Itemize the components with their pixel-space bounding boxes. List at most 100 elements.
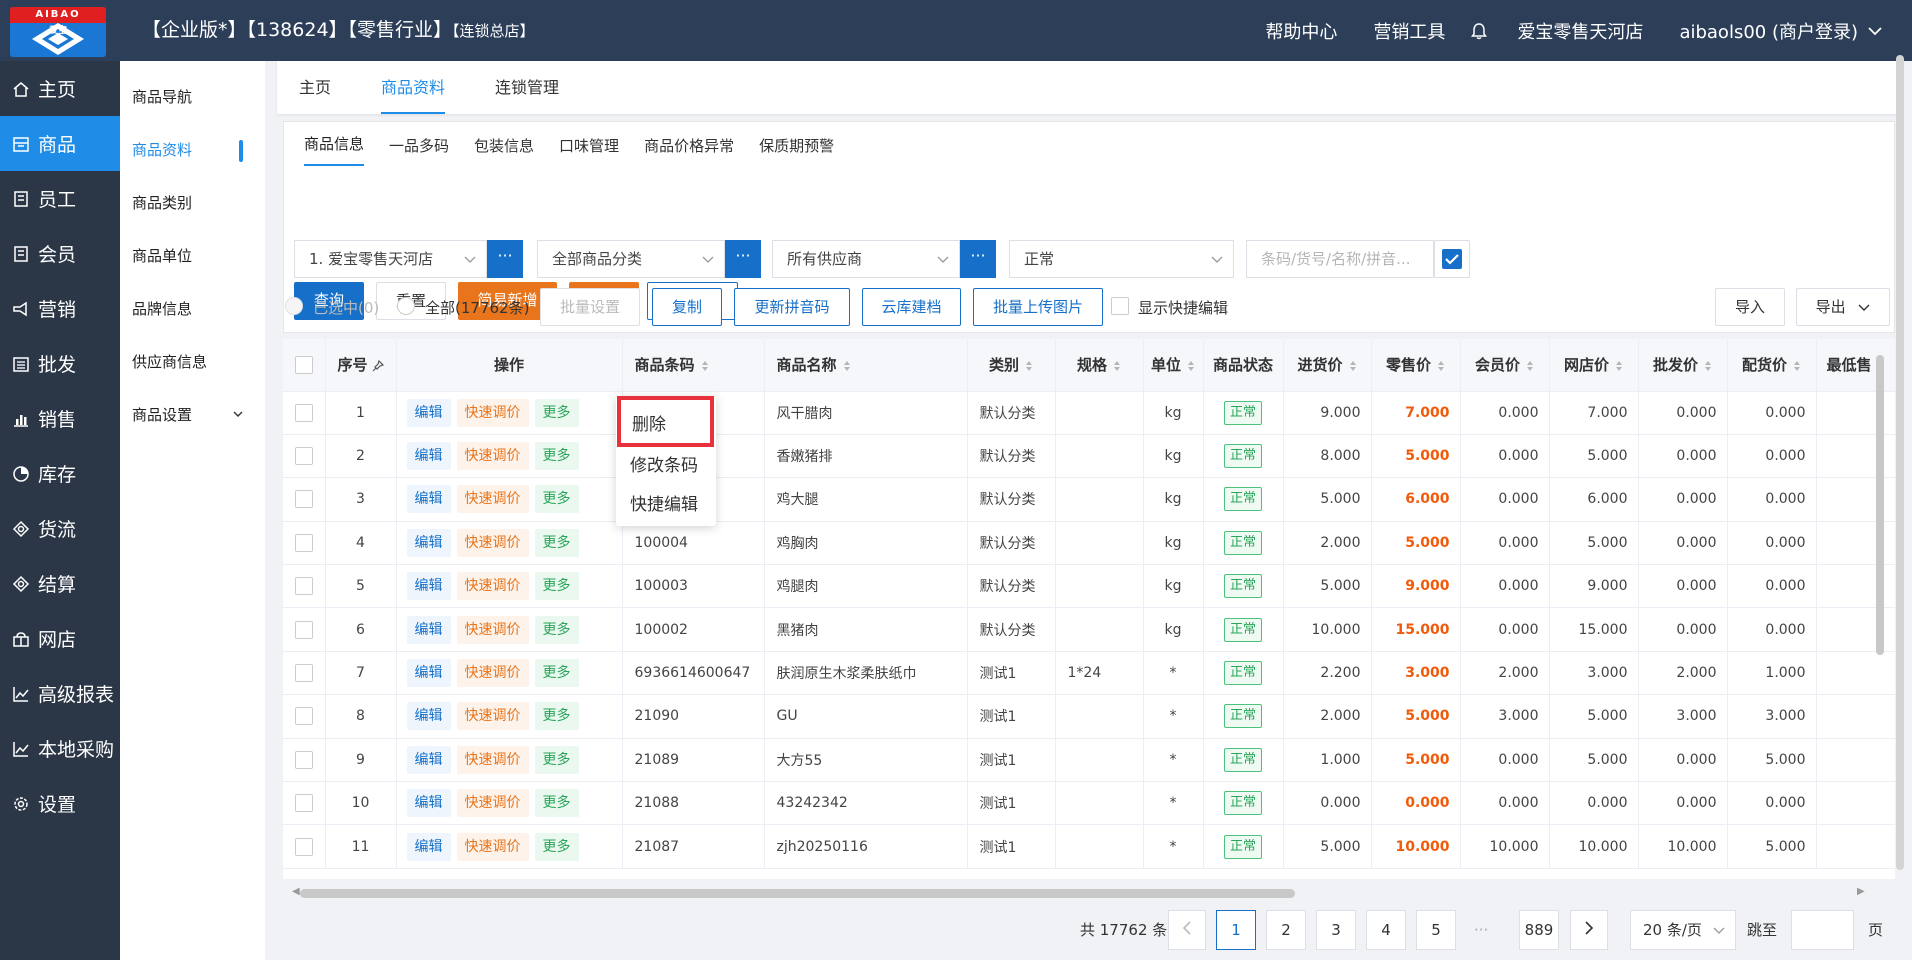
sidebar-item-12[interactable]: 本地采购 bbox=[0, 721, 120, 776]
row-select-cell[interactable] bbox=[283, 651, 326, 696]
row-checkbox[interactable] bbox=[294, 490, 313, 509]
row-checkbox[interactable] bbox=[294, 837, 313, 856]
sort-icon[interactable] bbox=[701, 360, 709, 372]
aibao-logo[interactable]: AIBAO 爱宝 bbox=[10, 7, 106, 57]
page-vertical-scrollbar[interactable] bbox=[1896, 55, 1904, 870]
column-header-13[interactable]: 配货价 bbox=[1727, 339, 1817, 392]
goto-page-input[interactable] bbox=[1791, 910, 1854, 950]
sidebar-item-8[interactable]: 货流 bbox=[0, 501, 120, 556]
row-checkbox[interactable] bbox=[294, 577, 313, 596]
inner-tab-0[interactable]: 商品信息 bbox=[304, 133, 365, 166]
sidebar-item-3[interactable]: 会员 bbox=[0, 226, 120, 281]
sidebar-item-0[interactable]: 主页 bbox=[0, 61, 120, 116]
row-select-cell[interactable] bbox=[283, 694, 326, 739]
table-row[interactable]: 11 编辑 快速调价 更多 21087 zjh20250116 测试1 * 正常 5.000 10.… bbox=[283, 824, 1895, 869]
row-select-cell[interactable] bbox=[283, 434, 326, 479]
row-select-cell[interactable] bbox=[283, 824, 326, 869]
column-header-10[interactable]: 会员价 bbox=[1460, 339, 1550, 392]
category-select[interactable]: 全部商品分类 bbox=[537, 240, 725, 278]
column-header-1[interactable]: 操作 bbox=[396, 339, 623, 392]
table-row[interactable]: 3 编辑 快速调价 更多 鸡大腿 默认分类 kg 正常 5.000 6.000 0.000 6.000… bbox=[283, 477, 1895, 522]
table-row[interactable]: 4 编辑 快速调价 更多 100004 鸡胸肉 默认分类 kg 正常 2.000 5.000 0.00… bbox=[283, 521, 1895, 566]
top-tab-0[interactable]: 主页 bbox=[299, 61, 331, 114]
edit-button[interactable]: 编辑 bbox=[406, 659, 451, 688]
subnav-item-5[interactable]: 供应商信息 bbox=[120, 336, 265, 389]
column-header-0[interactable]: 序号 bbox=[325, 339, 397, 392]
edit-button[interactable]: 编辑 bbox=[406, 442, 451, 471]
edit-barcode-menu-item[interactable]: 修改条码 bbox=[630, 451, 698, 476]
sidebar-item-13[interactable]: 设置 bbox=[0, 776, 120, 831]
edit-button[interactable]: 编辑 bbox=[406, 528, 451, 557]
edit-button[interactable]: 编辑 bbox=[406, 485, 451, 514]
category-picker-button[interactable]: ··· bbox=[725, 240, 761, 278]
inner-tab-1[interactable]: 一品多码 bbox=[389, 135, 449, 166]
edit-button[interactable]: 编辑 bbox=[406, 745, 451, 774]
row-checkbox[interactable] bbox=[294, 750, 313, 769]
sort-icon[interactable] bbox=[1025, 360, 1033, 372]
subnav-item-0[interactable]: 商品导航 bbox=[120, 71, 265, 124]
quick-adjust-price-button[interactable]: 快速调价 bbox=[456, 789, 529, 818]
table-row[interactable]: 2 编辑 快速调价 更多 香嫩猪排 默认分类 kg 正常 8.000 5.000 0.000 5.00… bbox=[283, 434, 1895, 479]
page-4[interactable]: 4 bbox=[1366, 910, 1406, 950]
sidebar-item-4[interactable]: 营销 bbox=[0, 281, 120, 336]
pagination-ellipsis[interactable]: ··· bbox=[1474, 910, 1488, 950]
prev-page-button[interactable] bbox=[1168, 910, 1206, 950]
column-header-5[interactable]: 规格 bbox=[1055, 339, 1144, 392]
sort-icon[interactable] bbox=[1187, 360, 1195, 372]
next-page-button[interactable] bbox=[1570, 910, 1608, 950]
user-menu[interactable]: aibaols00 (商户登录) bbox=[1679, 18, 1882, 44]
bell-icon[interactable] bbox=[1471, 22, 1488, 40]
subnav-item-6[interactable]: 商品设置 bbox=[120, 389, 265, 442]
sort-icon[interactable] bbox=[1615, 360, 1623, 372]
sidebar-item-1[interactable]: 商品 bbox=[0, 116, 120, 171]
show-quick-edit-checkbox[interactable] bbox=[1111, 297, 1129, 315]
subnav-item-2[interactable]: 商品类别 bbox=[120, 177, 265, 230]
table-row[interactable]: 7 编辑 快速调价 更多 6936614600647 肤润原生木浆柔肤纸巾 测试1 1*24 *… bbox=[283, 651, 1895, 696]
column-header-8[interactable]: 进货价 bbox=[1283, 339, 1372, 392]
table-row[interactable]: 1 编辑 快速调价 更多 风干腊肉 默认分类 kg 正常 9.000 7.000 0.000 7.00… bbox=[283, 391, 1895, 435]
row-checkbox[interactable] bbox=[294, 794, 313, 813]
batch-upload-images-button[interactable]: 批量上传图片 bbox=[973, 288, 1103, 326]
subnav-item-3[interactable]: 商品单位 bbox=[120, 230, 265, 283]
marketing-tools-link[interactable]: 营销工具 bbox=[1373, 18, 1445, 44]
column-header-6[interactable]: 单位 bbox=[1143, 339, 1204, 392]
copy-button[interactable]: 复制 bbox=[652, 288, 722, 326]
store-picker-button[interactable]: ··· bbox=[487, 240, 523, 278]
cloud-build-button[interactable]: 云库建档 bbox=[862, 288, 961, 326]
edit-button[interactable]: 编辑 bbox=[406, 572, 451, 601]
quick-adjust-price-button[interactable]: 快速调价 bbox=[456, 659, 529, 688]
more-button[interactable]: 更多 bbox=[534, 702, 579, 731]
table-vertical-scrollbar[interactable] bbox=[1876, 355, 1884, 655]
page-1[interactable]: 1 bbox=[1216, 910, 1256, 950]
column-header-7[interactable]: 商品状态 bbox=[1203, 339, 1284, 392]
column-header-3[interactable]: 商品名称 bbox=[764, 339, 968, 392]
sort-icon[interactable] bbox=[843, 360, 851, 372]
edit-button[interactable]: 编辑 bbox=[406, 702, 451, 731]
row-checkbox[interactable] bbox=[294, 664, 313, 683]
sidebar-item-6[interactable]: 销售 bbox=[0, 391, 120, 446]
header-select-all[interactable] bbox=[283, 339, 326, 392]
row-select-cell[interactable] bbox=[283, 521, 326, 566]
more-button[interactable]: 更多 bbox=[534, 398, 579, 427]
sidebar-item-10[interactable]: 网店 bbox=[0, 611, 120, 666]
row-select-cell[interactable] bbox=[283, 391, 326, 435]
page-size-select[interactable]: 20 条/页 bbox=[1630, 910, 1736, 950]
row-select-cell[interactable] bbox=[283, 607, 326, 652]
top-tab-2[interactable]: 连锁管理 bbox=[495, 61, 559, 114]
quick-adjust-price-button[interactable]: 快速调价 bbox=[456, 442, 529, 471]
sort-icon[interactable] bbox=[1526, 360, 1534, 372]
more-button[interactable]: 更多 bbox=[534, 485, 579, 514]
search-input[interactable]: 条码/货号/名称/拼音... bbox=[1246, 240, 1434, 278]
sidebar-item-9[interactable]: 结算 bbox=[0, 556, 120, 611]
quick-adjust-price-button[interactable]: 快速调价 bbox=[456, 572, 529, 601]
row-checkbox[interactable] bbox=[294, 620, 313, 639]
all-radio[interactable] bbox=[397, 297, 415, 315]
page-2[interactable]: 2 bbox=[1266, 910, 1306, 950]
more-button[interactable]: 更多 bbox=[534, 572, 579, 601]
sort-icon[interactable] bbox=[1437, 360, 1445, 372]
edit-button[interactable]: 编辑 bbox=[406, 615, 451, 644]
more-button[interactable]: 更多 bbox=[534, 528, 579, 557]
quick-adjust-price-button[interactable]: 快速调价 bbox=[456, 745, 529, 774]
table-row[interactable]: 6 编辑 快速调价 更多 100002 黑猪肉 默认分类 kg 正常 10.000 15.000 0.… bbox=[283, 607, 1895, 652]
sort-icon[interactable] bbox=[1349, 360, 1357, 372]
